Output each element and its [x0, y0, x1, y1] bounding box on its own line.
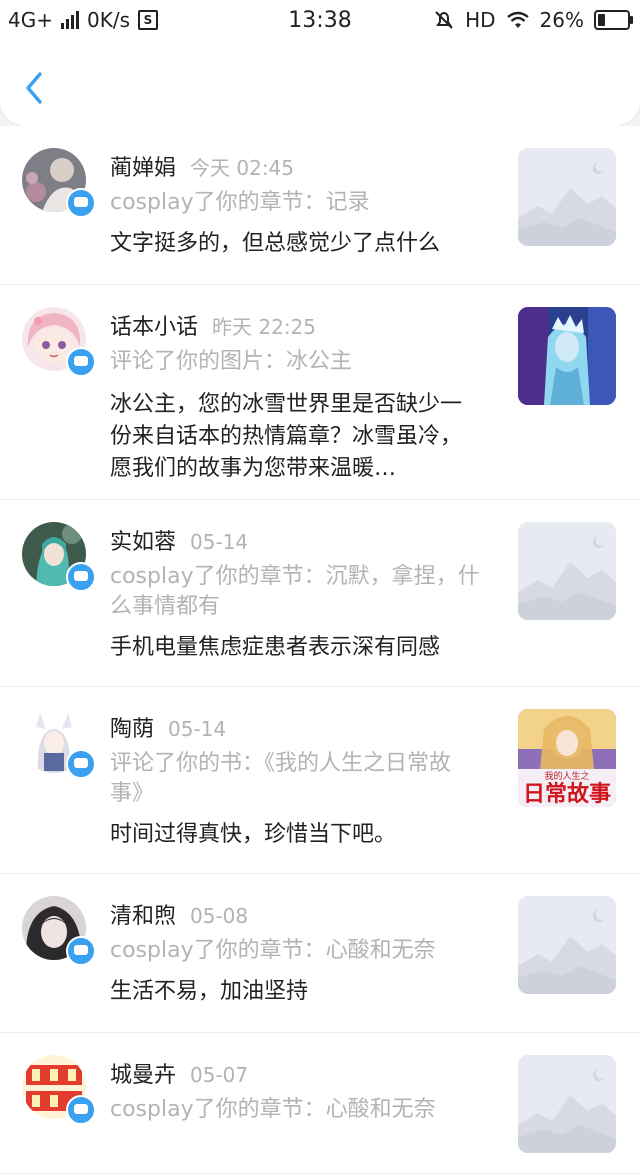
placeholder-thumbnail[interactable]	[518, 896, 616, 994]
action-text: cosplay了你的章节：心酸和无奈	[110, 1097, 436, 1122]
book-cover-thumbnail[interactable]: 我的人生之 日常故事	[518, 709, 616, 807]
timestamp: 05-14	[168, 717, 227, 741]
notification-item[interactable]: 陶荫 05-14 评论了你的书：《我的人生之日常故事》 时间过得真快，珍惜当下吧。…	[0, 687, 640, 874]
comment-badge-icon	[66, 188, 96, 218]
mute-bell-icon	[435, 11, 453, 29]
timestamp: 05-07	[190, 1063, 249, 1087]
comment-badge-icon	[66, 347, 96, 377]
placeholder-thumbnail[interactable]	[518, 148, 616, 246]
battery-percent: 26%	[539, 8, 584, 32]
timestamp: 昨天 22:25	[212, 315, 317, 339]
comment-badge-icon	[66, 749, 96, 779]
user-name[interactable]: 城曼卉	[110, 1063, 176, 1088]
user-name-row: 城曼卉 05-07	[110, 1057, 248, 1089]
user-name[interactable]: 清和煦	[110, 904, 176, 929]
comment-badge-icon	[66, 562, 96, 592]
timestamp: 05-14	[190, 530, 249, 554]
ice-princess-thumbnail[interactable]	[518, 307, 616, 405]
action-text: cosplay了你的章节：记录	[110, 190, 370, 215]
status-bar: 4G+ 0K/s S 13:38 HD 26%	[0, 0, 640, 44]
user-name[interactable]: 陶荫	[110, 717, 154, 742]
user-name-row: 清和煦 05-08	[110, 898, 248, 930]
comment-text: 冰公主，您的冰雪世界里是否缺少一份来自话本的热情篇章？冰雪虽冷，愿我们的故事为您…	[110, 392, 463, 481]
user-name-row: 实如蓉 05-14	[110, 524, 248, 556]
user-name-row: 陶荫 05-14	[110, 711, 226, 743]
action-text: cosplay了你的章节：沉默，拿捏，什么事情都有	[110, 564, 480, 619]
user-name-row: 蔺婵娟 今天 02:45	[110, 150, 294, 182]
notification-item[interactable]: 实如蓉 05-14 cosplay了你的章节：沉默，拿捏，什么事情都有 手机电量焦…	[0, 500, 640, 687]
notification-item[interactable]: 清和煦 05-08 cosplay了你的章节：心酸和无奈 生活不易，加油坚持	[0, 874, 640, 1033]
user-name[interactable]: 话本小话	[110, 315, 198, 340]
comment-badge-icon	[66, 1095, 96, 1125]
placeholder-thumbnail[interactable]	[518, 522, 616, 620]
status-right: HD 26%	[433, 8, 633, 32]
action-text: 评论了你的图片：冰公主	[110, 349, 353, 374]
wifi-icon	[506, 11, 529, 28]
notification-list: 蔺婵娟今天 02:45 cosplay了你的章节：记录 文字挺多的，但总感觉少了…	[0, 126, 640, 1174]
user-name-row: 话本小话 昨天 22:25	[110, 309, 316, 341]
comment-text: 时间过得真快，珍惜当下吧。	[110, 822, 397, 847]
action-text: 评论了你的书：《我的人生之日常故事》	[110, 751, 452, 806]
action-text: cosplay了你的章节：心酸和无奈	[110, 938, 436, 963]
battery-icon	[594, 10, 633, 30]
comment-text: 文字挺多的，但总感觉少了点什么	[110, 231, 441, 256]
battery-fill	[598, 14, 605, 26]
comment-text: 手机电量焦虑症患者表示深有同感	[110, 635, 441, 660]
user-name[interactable]: 实如蓉	[110, 530, 176, 555]
comment-badge-icon	[66, 936, 96, 966]
timestamp: 05-08	[190, 904, 249, 928]
placeholder-thumbnail[interactable]	[518, 1055, 616, 1153]
chevron-left-icon[interactable]	[20, 68, 50, 108]
user-name[interactable]: 蔺婵娟	[110, 156, 176, 181]
comment-text: 生活不易，加油坚持	[110, 979, 309, 1004]
timestamp: 今天 02:45	[190, 156, 295, 180]
notification-item[interactable]: 城曼卉 05-07 cosplay了你的章节：心酸和无奈	[0, 1033, 640, 1174]
top-bar	[0, 44, 640, 126]
notification-item[interactable]: 蔺婵娟今天 02:45 cosplay了你的章节：记录 文字挺多的，但总感觉少了…	[0, 126, 640, 285]
hd-label: HD	[465, 8, 496, 32]
cover-title: 日常故事	[523, 781, 611, 807]
notification-item[interactable]: 话本小话昨天 22:25 评论了你的图片：冰公主 冰公主，您的冰雪世界里是否缺少…	[0, 285, 640, 500]
